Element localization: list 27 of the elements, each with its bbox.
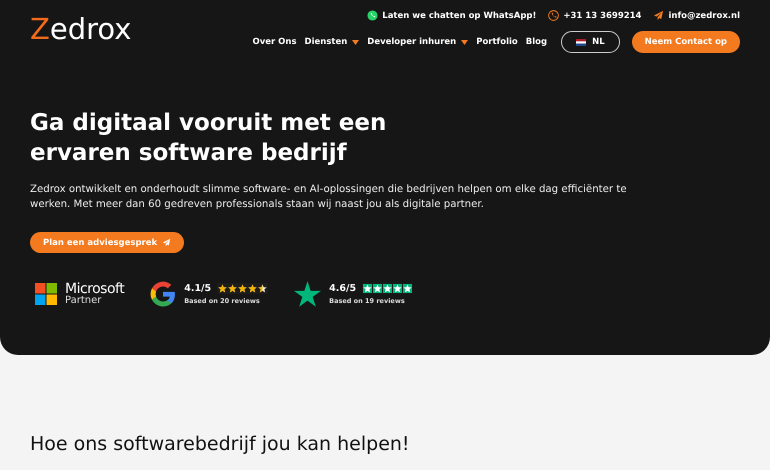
nav-link[interactable]: Developer inhuren xyxy=(367,37,468,47)
logo[interactable]: Zedrox xyxy=(30,12,132,46)
contact-link[interactable]: Laten we chatten op WhatsApp! xyxy=(367,10,536,21)
contact-link[interactable]: +31 13 3699214 xyxy=(548,10,642,21)
paper-plane-icon xyxy=(653,10,664,21)
language-button[interactable]: NL xyxy=(561,31,620,53)
rating-score: 4.1/5 xyxy=(184,283,212,294)
caret-icon xyxy=(461,40,468,44)
rating-score: 4.6/5 xyxy=(329,283,356,294)
nav-link[interactable]: Diensten xyxy=(304,37,360,47)
phone-icon xyxy=(548,10,560,21)
nav-link[interactable]: Over Ons xyxy=(252,37,297,47)
partner-name: Microsoft xyxy=(65,282,124,296)
nav-link[interactable]: Portfolio xyxy=(476,37,518,47)
google-logo-icon xyxy=(150,281,176,307)
nav-link[interactable]: Blog xyxy=(526,37,548,47)
whatsapp-icon xyxy=(367,10,378,21)
paper-plane-icon xyxy=(162,238,172,247)
hero-text: Zedrox ontwikkelt en onderhoudt slimme software- en AI-oplossingen die bedrijven helpen om elke dag efficiënter te werken. Met meer dan 60 gedreven professionals staan wij naast jou als digitale partner. xyxy=(30,183,628,212)
section-title: Hoe ons softwarebedrijf jou kan helpen! xyxy=(30,433,411,455)
caret-icon xyxy=(352,40,360,44)
star-icon xyxy=(294,281,322,307)
partner-label: Partner xyxy=(65,296,102,306)
flag-icon xyxy=(576,38,586,46)
hero-title: Ga digitaal vooruit met een ervaren software bedrijf xyxy=(30,109,388,168)
microsoft-logo-icon xyxy=(35,283,57,305)
contact-link[interactable]: info@zedrox.nl xyxy=(653,10,740,21)
